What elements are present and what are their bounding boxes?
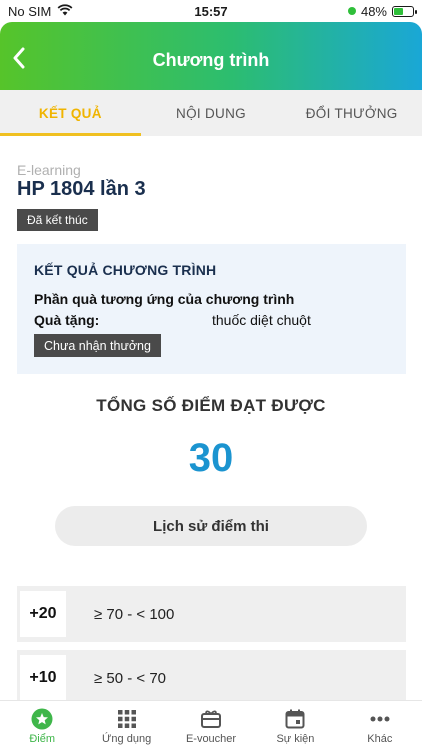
main-content: E-learning HP 1804 lần 3 Đã kết thúc KẾT… — [0, 136, 422, 700]
wifi-icon — [57, 3, 73, 19]
nav-label: Khác — [367, 733, 393, 745]
voucher-icon — [200, 708, 222, 730]
nav-label: Sự kiện — [276, 733, 315, 745]
carrier-text: No SIM — [8, 3, 52, 19]
gift-value: thuốc diệt chuột — [212, 312, 311, 328]
result-card: KẾT QUẢ CHƯƠNG TRÌNH Phần quà tương ứng … — [17, 244, 406, 374]
bottom-nav: Điểm Ứng dụng E-voucher Sự kiện Khác — [0, 700, 422, 750]
grid-icon — [116, 708, 138, 730]
star-icon — [31, 708, 53, 730]
nav-item-points[interactable]: Điểm — [0, 701, 84, 750]
status-left: No SIM — [8, 4, 73, 19]
page-title: Chương trình — [152, 49, 270, 70]
back-button[interactable] — [6, 44, 32, 72]
tier-row: +20 ≥ 70 - < 100 — [17, 586, 406, 642]
nav-label: Điểm — [29, 733, 56, 745]
tab-bar: KẾT QUẢ NỘI DUNG ĐỔI THƯỞNG — [0, 90, 422, 136]
tab-rewards[interactable]: ĐỔI THƯỞNG — [281, 90, 422, 136]
reward-heading: Phần quà tương ứng của chương trình — [34, 291, 295, 307]
score-value: 30 — [188, 436, 234, 480]
battery-fill — [394, 7, 403, 15]
status-right: 48% — [347, 3, 417, 19]
more-icon — [369, 708, 391, 730]
chevron-left-icon — [13, 47, 25, 69]
privacy-dot-icon — [347, 7, 356, 15]
program-category: E-learning — [17, 162, 81, 178]
nav-label: E-voucher — [185, 733, 237, 745]
battery-icon — [392, 5, 417, 17]
tier-range: ≥ 50 - < 70 — [94, 669, 167, 687]
score-history-button[interactable]: Lịch sử điểm thi — [55, 506, 367, 546]
nav-label: Ứng dụng — [102, 733, 152, 745]
tier-points: +10 — [20, 655, 66, 700]
program-status-badge: Đã kết thúc — [17, 209, 98, 231]
gift-label: Quà tặng: — [34, 312, 100, 328]
battery-percent: 48% — [360, 3, 387, 19]
nav-item-evoucher[interactable]: E-voucher — [169, 701, 253, 750]
tab-content[interactable]: NỘI DUNG — [141, 90, 282, 136]
tier-list: +20 ≥ 70 - < 100 +10 ≥ 50 - < 70 — [17, 586, 406, 700]
status-bar: No SIM 15:57 48% — [0, 0, 422, 22]
app-header: Chương trình — [0, 22, 422, 90]
nav-item-events[interactable]: Sự kiện — [253, 701, 337, 750]
reward-status-badge: Chưa nhận thưởng — [34, 334, 161, 357]
tier-points: +20 — [20, 591, 66, 637]
tab-results[interactable]: KẾT QUẢ — [0, 90, 141, 136]
score-label: TỔNG SỐ ĐIỂM ĐẠT ĐƯỢC — [96, 396, 326, 415]
tier-row: +10 ≥ 50 - < 70 — [17, 650, 406, 700]
result-section-title: KẾT QUẢ CHƯƠNG TRÌNH — [34, 262, 217, 278]
program-title: HP 1804 lần 3 — [17, 178, 146, 200]
nav-item-more[interactable]: Khác — [338, 701, 422, 750]
tier-range: ≥ 70 - < 100 — [94, 605, 175, 623]
nav-item-apps[interactable]: Ứng dụng — [84, 701, 168, 750]
calendar-icon — [284, 708, 306, 730]
